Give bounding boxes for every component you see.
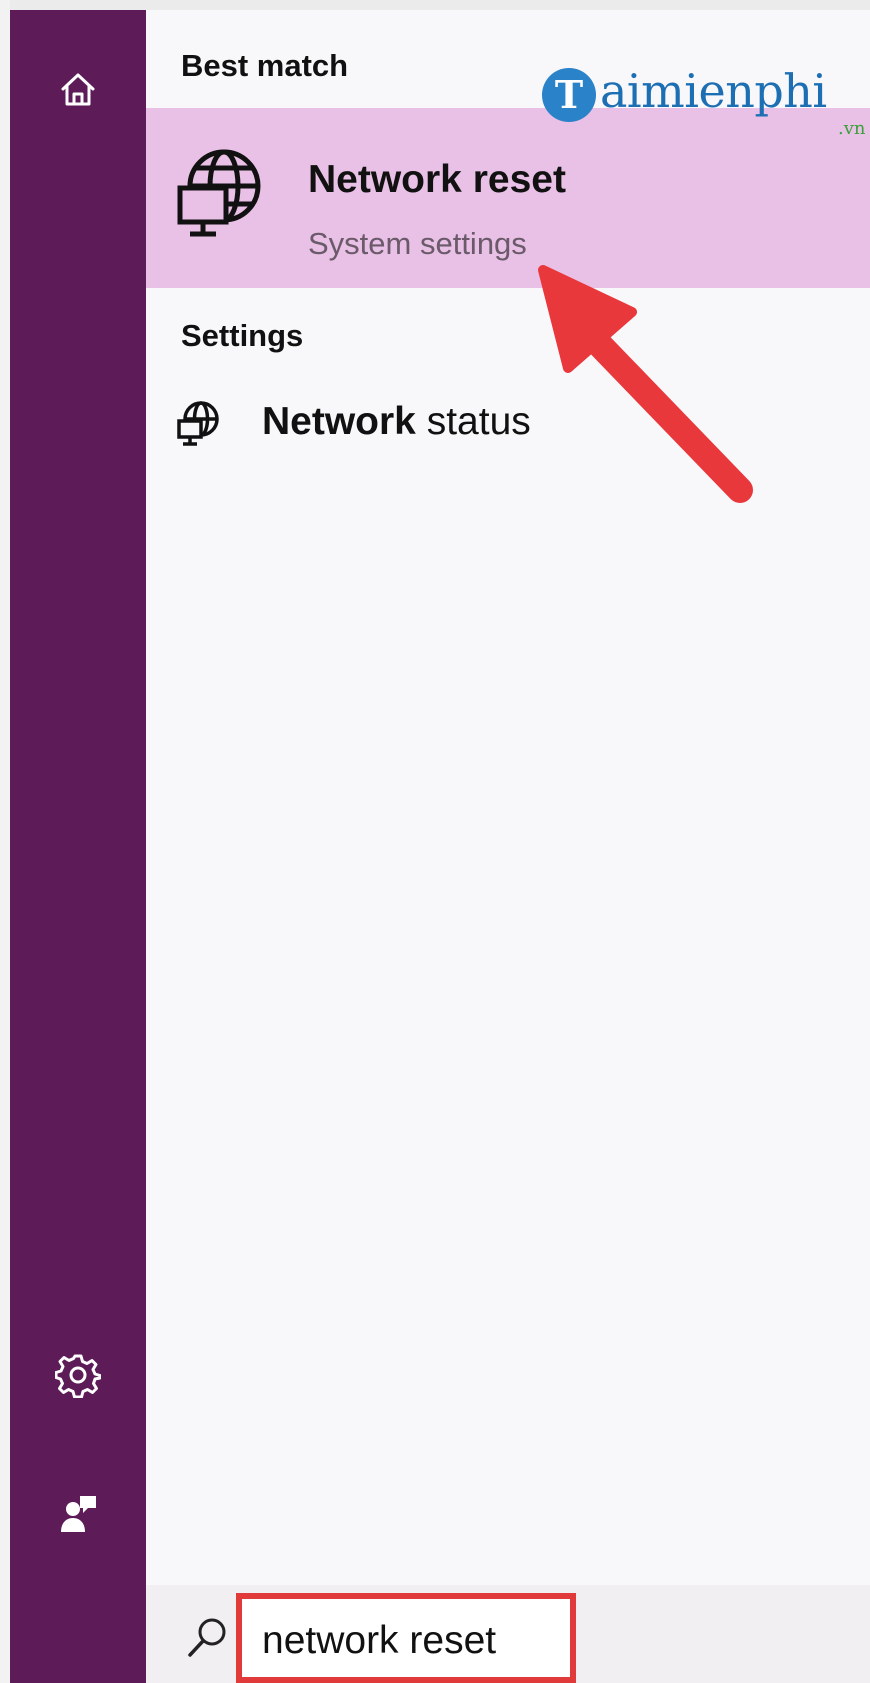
- settings-header: Settings: [181, 318, 304, 353]
- network-status-match: Network: [262, 400, 416, 443]
- best-match-subtitle: System settings: [308, 226, 527, 261]
- results-panel: Best match Network reset System settings…: [146, 10, 870, 1585]
- watermark-letter: T: [542, 68, 596, 122]
- network-status-label: Network status: [262, 400, 531, 444]
- network-status-rest: status: [415, 400, 531, 443]
- home-icon: [58, 70, 98, 110]
- watermark-text: aimienphi: [600, 64, 827, 118]
- search-query: network reset: [262, 1619, 497, 1662]
- feedback-button[interactable]: [38, 1474, 118, 1554]
- globe-monitor-icon: [176, 400, 224, 453]
- watermark-logo: T aimienphi .vn: [542, 62, 870, 142]
- search-bar: network reset: [146, 1585, 870, 1683]
- search-input[interactable]: network reset: [236, 1593, 576, 1683]
- watermark-suffix: .vn: [838, 118, 866, 139]
- home-button[interactable]: [38, 50, 118, 130]
- settings-button[interactable]: [38, 1335, 118, 1415]
- globe-monitor-icon: [176, 146, 272, 247]
- top-edge: [0, 0, 870, 10]
- search-window: Best match Network reset System settings…: [0, 0, 870, 1683]
- best-match-header: Best match: [181, 48, 349, 83]
- feedback-person-icon: [58, 1494, 98, 1534]
- left-edge: [0, 0, 10, 1683]
- best-match-title: Network reset: [308, 158, 566, 201]
- settings-result-network-status[interactable]: Network status: [146, 384, 870, 460]
- search-icon: [186, 1615, 230, 1664]
- gear-icon: [55, 1352, 101, 1398]
- start-rail: [10, 10, 146, 1683]
